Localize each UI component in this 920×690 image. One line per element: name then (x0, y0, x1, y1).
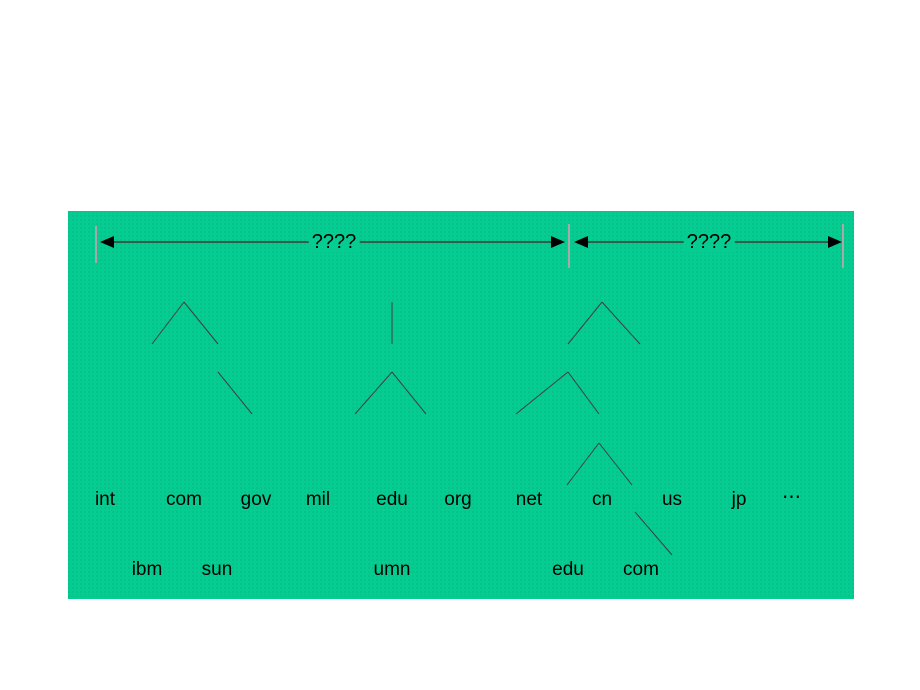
node-umn[interactable]: umn (374, 560, 411, 579)
edge-nankai-cs (598, 442, 633, 486)
edge-umn-ee (391, 371, 427, 415)
node-int[interactable]: int (95, 490, 115, 509)
dns-hierarchy-diagram: ???? ???? int com gov mil edu org net cn… (68, 211, 854, 599)
node-sun[interactable]: sun (202, 560, 233, 579)
edge-cnedu-nankai (567, 371, 600, 415)
node-mil[interactable]: mil (306, 490, 330, 509)
range-arrow-1-left-head (100, 236, 114, 248)
edge-nankai-ee (566, 442, 600, 486)
node-us[interactable]: us (662, 490, 682, 509)
node-jp[interactable]: jp (732, 490, 747, 509)
node-com[interactable]: com (166, 490, 202, 509)
range-arrow-1-right-head (551, 236, 565, 248)
node-org[interactable]: org (444, 490, 471, 509)
range-label-country-tlds: ???? (683, 232, 735, 252)
node-ibm[interactable]: ibm (132, 560, 163, 579)
edge-com-sun (183, 301, 219, 345)
node-edu[interactable]: edu (376, 490, 408, 509)
node-gov[interactable]: gov (241, 490, 272, 509)
range-arrow-2-right-head (828, 236, 842, 248)
node-ellipsis: ⋯ (782, 487, 802, 508)
edge-cs-netlab (634, 511, 673, 556)
edge-umn-cs (354, 371, 393, 415)
edge-cnedu-pku (515, 371, 569, 415)
range-arrow-2-left-head (574, 236, 588, 248)
edge-sun-eng (217, 371, 253, 415)
node-cn[interactable]: cn (592, 490, 612, 509)
range-label-generic-tlds: ???? (308, 232, 360, 252)
node-cn-com[interactable]: com (623, 560, 659, 579)
edge-cn-edu (567, 301, 603, 345)
edge-com-ibm (151, 301, 185, 345)
node-net[interactable]: net (516, 490, 542, 509)
node-cn-edu[interactable]: edu (552, 560, 584, 579)
slide-canvas: ???? ???? int com gov mil edu org net cn… (0, 0, 920, 690)
diagram-edges-layer (95, 224, 844, 556)
edge-cn-com (601, 301, 641, 345)
